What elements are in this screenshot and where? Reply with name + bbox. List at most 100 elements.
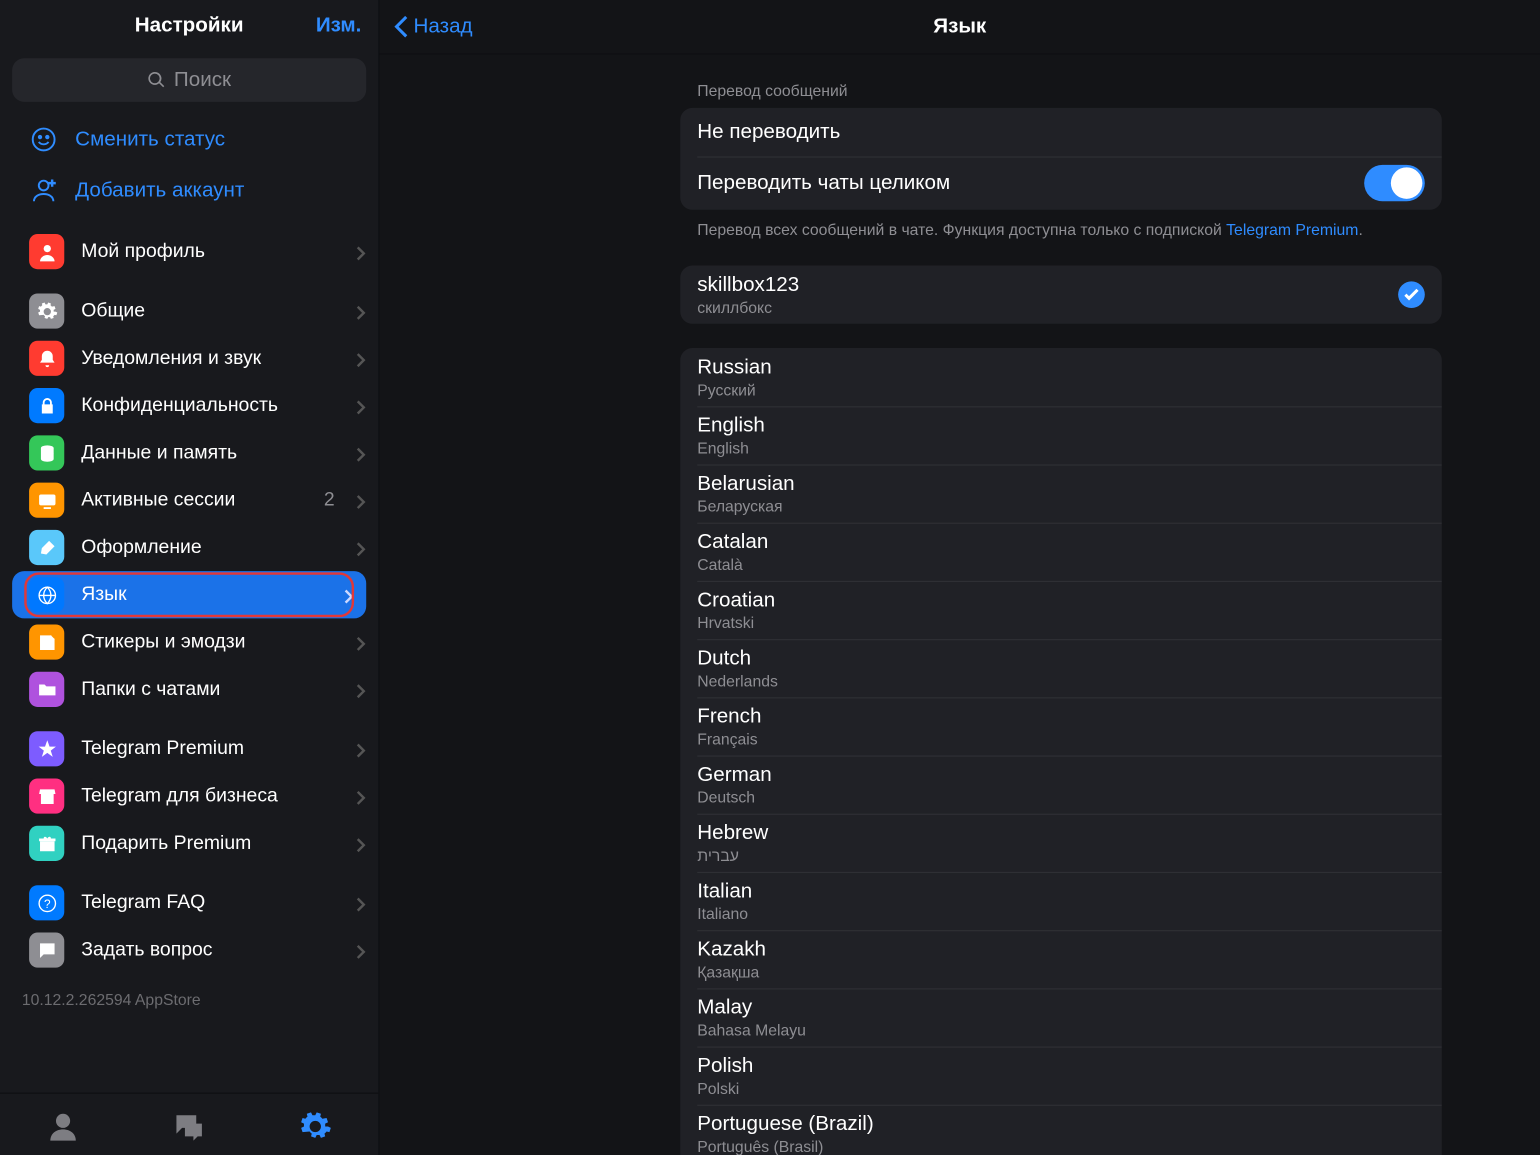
language-name: German — [697, 763, 771, 787]
language-name: Hebrew — [697, 821, 768, 845]
language-row[interactable]: GermanDeutsch — [680, 756, 1442, 814]
sidebar-item-premium[interactable]: Telegram Premium — [0, 725, 378, 772]
language-row[interactable]: FrenchFrançais — [680, 697, 1442, 755]
language-row[interactable]: DutchNederlands — [680, 639, 1442, 697]
database-icon — [29, 435, 64, 470]
sidebar-item-sessions[interactable]: Активные сессии 2 — [0, 477, 378, 524]
version-label: 10.12.2.262594 AppStore — [0, 974, 378, 1024]
chevron-right-icon — [357, 789, 367, 804]
language-native: Беларуская — [697, 497, 782, 515]
sidebar-item-faq[interactable]: ? Telegram FAQ — [0, 879, 378, 926]
sidebar-item-appearance[interactable]: Оформление — [0, 524, 378, 571]
lock-icon — [29, 388, 64, 423]
do-not-translate-row[interactable]: Не переводить — [680, 108, 1442, 157]
premium-link[interactable]: Telegram Premium — [1226, 221, 1358, 239]
custom-language-name: skillbox123 — [697, 273, 799, 297]
gear-icon — [29, 293, 64, 328]
language-name: Italian — [697, 879, 752, 903]
sidebar-item-label: Оформление — [81, 537, 339, 559]
language-row[interactable]: Hebrewעברית — [680, 814, 1442, 872]
settings-sidebar: Настройки Изм. Поиск Сменить статус Доба… — [0, 0, 380, 1155]
main-panel: Назад Язык Перевод сообщений Не переводи… — [380, 0, 1540, 1155]
language-native: Deutsch — [697, 788, 755, 806]
do-not-translate-label: Не переводить — [697, 120, 1425, 144]
profile-icon — [29, 234, 64, 269]
tab-settings[interactable] — [273, 1102, 358, 1151]
chevron-right-icon — [357, 351, 367, 366]
sidebar-item-data[interactable]: Данные и память — [0, 429, 378, 476]
sidebar-item-label: Telegram Premium — [81, 738, 339, 760]
language-row[interactable]: BelarusianБеларуская — [680, 465, 1442, 523]
language-name: Kazakh — [697, 938, 766, 962]
shop-icon — [29, 778, 64, 813]
sidebar-title: Настройки — [135, 13, 244, 37]
chat-icon — [29, 932, 64, 967]
language-row[interactable]: CroatianHrvatski — [680, 581, 1442, 639]
language-name: Russian — [697, 356, 771, 380]
folder-icon — [29, 672, 64, 707]
sidebar-item-stickers[interactable]: Стикеры и эмодзи — [0, 618, 378, 665]
sidebar-item-notifications[interactable]: Уведомления и звук — [0, 335, 378, 382]
chevron-right-icon — [344, 588, 354, 603]
sidebar-item-privacy[interactable]: Конфиденциальность — [0, 382, 378, 429]
check-icon — [1398, 282, 1425, 309]
globe-icon — [29, 577, 64, 612]
language-row[interactable]: MalayBahasa Melayu — [680, 988, 1442, 1046]
tab-contacts[interactable] — [21, 1102, 106, 1151]
contact-icon — [46, 1109, 80, 1143]
search-input[interactable]: Поиск — [12, 58, 366, 102]
translate-whole-chats-row[interactable]: Переводить чаты целиком — [680, 156, 1442, 209]
tab-bar — [0, 1093, 378, 1155]
star-icon — [29, 731, 64, 766]
language-native: Nederlands — [697, 672, 778, 690]
language-row[interactable]: EnglishEnglish — [680, 406, 1442, 464]
sidebar-item-label: Общие — [81, 300, 339, 322]
change-status-label: Сменить статус — [75, 127, 225, 151]
sidebar-item-gift[interactable]: Подарить Premium — [0, 820, 378, 867]
sidebar-item-label: Мой профиль — [81, 241, 339, 263]
language-row[interactable]: CatalanCatalà — [680, 523, 1442, 581]
devices-icon — [29, 483, 64, 518]
change-status-link[interactable]: Сменить статус — [0, 114, 378, 165]
gift-icon — [29, 826, 64, 861]
sidebar-header: Настройки Изм. — [0, 0, 378, 51]
language-native: Français — [697, 730, 757, 748]
sidebar-item-general[interactable]: Общие — [0, 287, 378, 334]
sidebar-item-language[interactable]: Язык — [12, 571, 366, 618]
language-row[interactable]: KazakhҚазақша — [680, 930, 1442, 988]
back-button[interactable]: Назад — [380, 15, 473, 39]
chevron-right-icon — [357, 836, 367, 851]
settings-icon — [298, 1109, 332, 1143]
sidebar-item-label: Telegram FAQ — [81, 892, 339, 914]
translate-whole-toggle[interactable] — [1364, 165, 1425, 201]
tab-chats[interactable] — [147, 1102, 232, 1151]
page-title: Язык — [380, 15, 1540, 39]
svg-text:?: ? — [43, 896, 50, 910]
sidebar-item-ask[interactable]: Задать вопрос — [0, 926, 378, 973]
language-name: Portuguese (Brazil) — [697, 1112, 873, 1136]
language-row[interactable]: Portuguese (Brazil)Português (Brasil) — [680, 1105, 1442, 1155]
add-account-link[interactable]: Добавить аккаунт — [0, 165, 378, 216]
search-icon — [147, 70, 166, 89]
edit-button[interactable]: Изм. — [316, 13, 362, 37]
language-row[interactable]: RussianРусский — [680, 348, 1442, 406]
sidebar-item-label: Активные сессии — [81, 489, 307, 511]
sidebar-item-profile[interactable]: Мой профиль — [0, 228, 378, 275]
main-header: Назад Язык — [380, 0, 1540, 55]
language-row[interactable]: ItalianItaliano — [680, 872, 1442, 930]
language-row[interactable]: PolishPolski — [680, 1047, 1442, 1105]
sidebar-item-folders[interactable]: Папки с чатами — [0, 666, 378, 713]
footer-tail: . — [1358, 221, 1362, 239]
sidebar-item-label: Стикеры и эмодзи — [81, 631, 339, 653]
language-name: Malay — [697, 996, 752, 1020]
chevron-right-icon — [357, 493, 367, 508]
sessions-count-badge: 2 — [324, 489, 335, 511]
sidebar-item-business[interactable]: Telegram для бизнеса — [0, 772, 378, 819]
sidebar-item-label: Язык — [81, 584, 327, 606]
custom-language-row[interactable]: skillbox123 скиллбокс — [680, 266, 1442, 324]
language-native: Hrvatski — [697, 614, 754, 632]
language-native: Català — [697, 556, 743, 574]
sidebar-item-label: Задать вопрос — [81, 939, 339, 961]
sidebar-item-label: Уведомления и звук — [81, 347, 339, 369]
chevron-right-icon — [357, 943, 367, 958]
